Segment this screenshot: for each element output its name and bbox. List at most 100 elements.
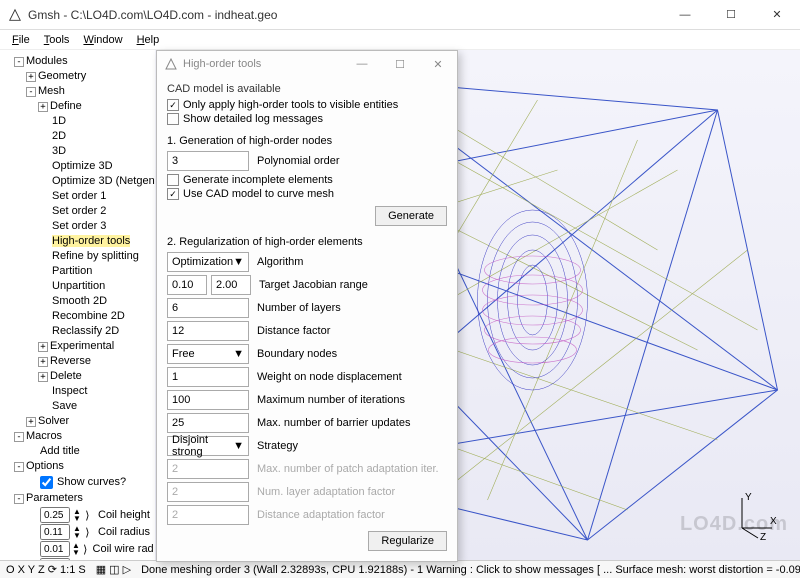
tree-modules[interactable]: Modules [26,55,68,67]
distadapt-input: 2 [167,505,249,525]
show-curves-checkbox[interactable] [40,476,53,489]
menu-help[interactable]: Help [131,32,166,48]
status-icons[interactable]: ▦ ◫ ▷ [94,563,133,576]
tree-toggle[interactable]: + [38,372,48,382]
tree-macros[interactable]: Macros [26,430,62,442]
tree-toggle[interactable]: + [26,417,36,427]
tree-mesh[interactable]: Mesh [38,85,65,97]
jac-hi-input[interactable]: 2.00 [211,275,251,295]
weight-label: Weight on node displacement [257,371,402,383]
weight-input[interactable]: 1 [167,367,249,387]
strategy-select[interactable]: Disjoint strong▼ [167,436,249,456]
tree-item-smooth2d[interactable]: Smooth 2D [52,295,107,307]
tree-toggle[interactable]: - [14,494,24,504]
dialog-minimize-button[interactable]: — [343,58,381,70]
algorithm-select[interactable]: Optimization▼ [167,252,249,272]
minimize-button[interactable]: — [662,0,708,30]
usecad-checkbox[interactable]: ✓ [167,188,179,200]
tree-item-unpartition[interactable]: Unpartition [52,280,105,292]
dialog-close-button[interactable]: ✕ [419,58,457,71]
tree-toggle[interactable]: + [38,357,48,367]
jac-label: Target Jacobian range [259,279,368,291]
tree-item-partition[interactable]: Partition [52,265,92,277]
tree-item-setorder2[interactable]: Set order 2 [52,205,106,217]
dialog-maximize-button[interactable]: ☐ [381,58,419,71]
jac-lo-input[interactable]: 0.10 [167,275,207,295]
param-collapse[interactable]: ⟩ [84,525,94,540]
param-input[interactable] [40,541,70,557]
tree-reverse[interactable]: Reverse [50,355,91,367]
maximize-button[interactable]: ☐ [708,0,754,30]
barrier-input[interactable]: 25 [167,413,249,433]
tree-item-recombine2d[interactable]: Recombine 2D [52,310,125,322]
tree-addtitle[interactable]: Add title [40,445,80,457]
section-1: 1. Generation of high-order nodes [167,135,447,147]
tree-save[interactable]: Save [52,400,77,412]
menu-window[interactable]: Window [77,32,128,48]
param-label: Coil wire rad [93,542,154,557]
tree-toggle[interactable]: + [38,102,48,112]
tree-toggle[interactable]: - [26,87,36,97]
tree-delete[interactable]: Delete [50,370,82,382]
tree-parameters[interactable]: Parameters [26,492,83,504]
menu-file[interactable]: File [6,32,36,48]
poly-order-input[interactable]: 3 [167,151,249,171]
spin-up-icon[interactable]: ▲▼ [72,525,82,539]
generate-button[interactable]: Generate [375,206,447,226]
param-label: Coil height [98,508,150,523]
visible-checkbox[interactable]: ✓ [167,99,179,111]
numlayer-label: Num. layer adaptation factor [257,486,395,498]
dist-input[interactable]: 12 [167,321,249,341]
sidebar: -Modules +Geometry -Mesh +Define 1D 2D 3… [0,50,155,560]
log-checkbox[interactable] [167,113,179,125]
tree-experimental[interactable]: Experimental [50,340,114,352]
param-collapse[interactable]: ⟩ [82,559,89,561]
tree-item-optimize3d-netgen[interactable]: Optimize 3D (Netgen) [52,175,155,187]
tree-item-setorder1[interactable]: Set order 1 [52,190,106,202]
param-collapse[interactable]: ⟩ [82,542,89,557]
close-button[interactable]: ✕ [754,0,800,30]
highorder-dialog: High-order tools — ☐ ✕ CAD model is avai… [156,50,458,562]
tree-solver[interactable]: Solver [38,415,69,427]
tree-inspect[interactable]: Inspect [52,385,87,397]
tree-item-3d[interactable]: 3D [52,145,66,157]
status-message[interactable]: Done meshing order 3 (Wall 2.32893s, CPU… [139,564,800,576]
maxit-label: Maximum number of iterations [257,394,405,406]
status-left[interactable]: O X Y Z ⟳ 1:1 S [4,563,88,576]
param-input[interactable] [40,507,70,523]
tree-item-1d[interactable]: 1D [52,115,66,127]
tree-item-highorder[interactable]: High-order tools [52,235,130,247]
tree-define[interactable]: Define [50,100,82,112]
tree-toggle[interactable]: + [38,342,48,352]
param-collapse[interactable]: ⟩ [84,508,94,523]
tree-item-optimize3d[interactable]: Optimize 3D [52,160,113,172]
distadapt-label: Distance adaptation factor [257,509,385,521]
layers-input[interactable]: 6 [167,298,249,318]
tree-toggle[interactable]: + [26,72,36,82]
regularize-button[interactable]: Regularize [368,531,447,551]
tree-toggle[interactable]: - [14,57,24,67]
strategy-label: Strategy [257,440,298,452]
maxit-input[interactable]: 100 [167,390,249,410]
tree-item-2d[interactable]: 2D [52,130,66,142]
tree-geometry[interactable]: Geometry [38,70,86,82]
statusbar: O X Y Z ⟳ 1:1 S ▦ ◫ ▷ Done meshing order… [0,560,800,578]
tree-item-reclassify2d[interactable]: Reclassify 2D [52,325,119,337]
barrier-label: Max. number of barrier updates [257,417,410,429]
param-label: Infinite box w [93,559,155,561]
tree-item-refine[interactable]: Refine by splitting [52,250,139,262]
tree-toggle[interactable]: - [14,432,24,442]
incomplete-checkbox[interactable] [167,174,179,186]
tree-item-setorder3[interactable]: Set order 3 [52,220,106,232]
spin-up-icon[interactable]: ▲▼ [72,508,82,522]
tree-options[interactable]: Options [26,460,64,472]
spin-up-icon[interactable]: ▲▼ [72,559,80,560]
spin-up-icon[interactable]: ▲▼ [72,542,80,556]
chevron-down-icon: ▼ [233,348,244,360]
patch-input: 2 [167,459,249,479]
boundary-select[interactable]: Free▼ [167,344,249,364]
param-input[interactable] [40,558,70,560]
param-input[interactable] [40,524,70,540]
tree-toggle[interactable]: - [14,462,24,472]
menu-tools[interactable]: Tools [38,32,76,48]
